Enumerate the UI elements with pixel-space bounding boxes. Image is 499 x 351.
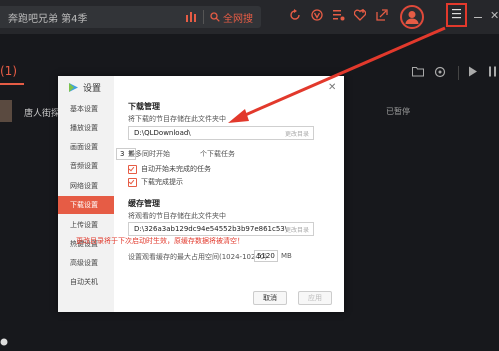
download-section-title: 下载管理 (128, 102, 160, 111)
nav-upload-settings[interactable]: 上传设置 (58, 216, 114, 234)
indicator-icon (0, 338, 8, 346)
settings-dialog: 设置 基本设置 播放设置 画面设置 音频设置 网络设置 下载设置 上传设置 热键… (58, 76, 344, 312)
nav-picture-settings[interactable]: 画面设置 (58, 138, 114, 156)
cache-path-value: D:\326a3ab129dc94e54552b3b97e861c53\ (134, 225, 288, 233)
top-bar: 奔跑吧兄弟 第4季 全网搜 ✕ (0, 0, 499, 34)
nav-advanced-settings[interactable]: 高级设置 (58, 254, 114, 272)
window-close-icon[interactable]: ✕ (490, 9, 499, 22)
notify-done-label: 下载完成提示 (141, 178, 183, 186)
cache-warning: 更改目录将于下次启动时生效，原缓存数据将被清空！ (76, 237, 244, 245)
menu-icon[interactable] (451, 8, 462, 19)
download-count-label[interactable]: (1) (0, 64, 17, 78)
nav-playback-settings[interactable]: 播放设置 (58, 119, 114, 137)
dialog-title: 设置 (68, 81, 101, 94)
minimize-icon[interactable] (474, 17, 482, 18)
cache-max-value: 5120 (257, 252, 275, 260)
share-icon[interactable] (376, 9, 388, 21)
concurrent-tasks-select[interactable]: 3 ▼ (116, 148, 136, 160)
user-icon (405, 11, 419, 24)
notify-done-checkbox-row[interactable]: 下载完成提示 (128, 177, 183, 187)
cache-path-field[interactable]: D:\326a3ab129dc94e54552b3b97e861c53\ 更改目… (128, 222, 314, 236)
list-item-title[interactable]: 唐人街探 (24, 106, 60, 119)
nav-auto-shutdown[interactable]: 自动关机 (58, 273, 114, 291)
cache-section-title: 缓存管理 (128, 199, 160, 208)
refresh-icon[interactable] (289, 9, 301, 21)
chevron-down-icon: ▼ (128, 150, 133, 157)
search-divider (203, 10, 204, 24)
nav-download-settings[interactable]: 下载设置 (58, 196, 114, 214)
playlist-icon[interactable] (333, 9, 345, 21)
cache-folder-desc: 将观看的节目存储在此文件夹中 (128, 212, 226, 220)
vip-icon[interactable] (311, 9, 323, 21)
download-path-field[interactable]: D:\QLDownload\ 更改目录 (128, 126, 314, 140)
folder-icon[interactable] (412, 66, 424, 77)
tab-underline (0, 83, 24, 85)
nav-basic-settings[interactable]: 基本设置 (58, 100, 114, 118)
nav-network-settings[interactable]: 网络设置 (58, 177, 114, 195)
equalizer-icon[interactable] (186, 11, 196, 22)
play-icon[interactable] (468, 66, 478, 77)
cache-change-dir-button[interactable]: 更改目录 (285, 225, 309, 234)
search-icon (210, 12, 220, 22)
dialog-title-label: 设置 (83, 84, 102, 94)
cache-max-label: 设置观看缓存的最大占用空间(1024-10240) (128, 253, 268, 261)
nav-audio-settings[interactable]: 音频设置 (58, 157, 114, 175)
cancel-button[interactable]: 取消 (253, 291, 287, 305)
search-box[interactable]: 奔跑吧兄弟 第4季 全网搜 (0, 6, 261, 28)
favorite-add-icon[interactable] (354, 9, 366, 21)
avatar[interactable] (400, 5, 424, 29)
search-all-label: 全网搜 (223, 13, 253, 25)
download-change-dir-button[interactable]: 更改目录 (285, 129, 309, 138)
settings-icon[interactable] (434, 66, 446, 78)
search-input[interactable]: 奔跑吧兄弟 第4季 (8, 10, 88, 25)
list-item-status: 已暂停 (386, 107, 410, 116)
notify-done-checkbox[interactable] (128, 177, 137, 187)
concurrent-suffix: 个下载任务 (200, 150, 235, 158)
auto-resume-checkbox-row[interactable]: 自动开始未完成的任务 (128, 164, 211, 174)
concurrent-tasks-value: 3 (120, 150, 125, 158)
cache-max-input[interactable]: 5120 (254, 250, 278, 262)
auto-resume-label: 自动开始未完成的任务 (141, 165, 211, 173)
download-folder-desc: 将下载的节目存储在此文件夹中 (128, 115, 226, 123)
toolbar-divider (458, 66, 459, 80)
pause-icon[interactable] (488, 66, 498, 77)
thumbnail[interactable] (0, 100, 12, 122)
settings-sidebar: 设置 基本设置 播放设置 画面设置 音频设置 网络设置 下载设置 上传设置 热键… (58, 76, 114, 312)
app-logo-icon (69, 83, 78, 92)
cache-max-unit: MB (281, 252, 292, 260)
dialog-close-icon[interactable]: ✕ (328, 82, 336, 93)
search-all-button[interactable]: 全网搜 (210, 8, 253, 26)
download-path-value: D:\QLDownload\ (134, 129, 191, 137)
auto-resume-checkbox[interactable] (128, 164, 137, 174)
apply-button[interactable]: 应用 (298, 291, 332, 305)
